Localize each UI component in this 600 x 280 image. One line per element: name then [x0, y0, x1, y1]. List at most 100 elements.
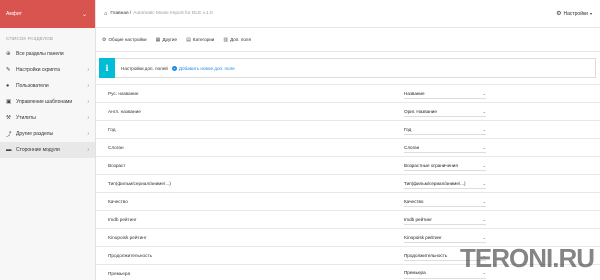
chevron-down-icon: ⌄	[482, 90, 486, 96]
table-row: Рус. название Название ⌄	[96, 84, 600, 102]
select-value: Kinopoisk рейтинг	[404, 234, 442, 240]
row-label: Качество	[108, 199, 128, 204]
chevron-right-icon: ›	[87, 146, 89, 153]
row-label: Kinopoisk рейтинг	[108, 235, 147, 240]
sidebar-item-script-settings[interactable]: ✎ Настройки скрипта ›	[0, 62, 95, 78]
select-value: Ориг. Название	[404, 108, 437, 114]
brand-name: Амфит	[6, 11, 22, 17]
table-row: Качество Качество ⌄	[96, 192, 600, 210]
home-icon[interactable]: ⌂	[104, 11, 107, 17]
top-bar: ⌂ Главная / Automatic Movie Import for D…	[96, 0, 600, 28]
chevron-right-icon: ›	[87, 66, 89, 73]
tab-categories[interactable]: ▤ Категории	[186, 37, 214, 43]
user-icon: ●	[6, 82, 10, 89]
field-select[interactable]: Imdb рейтинг ⌄	[404, 214, 486, 225]
field-select[interactable]: Kinopoisk рейтинг ⌄	[404, 232, 486, 243]
row-label: Год	[108, 127, 116, 132]
info-icon: i	[99, 58, 115, 78]
gear-icon: ⚙	[556, 11, 562, 17]
field-select[interactable]: Название ⌄	[404, 88, 486, 99]
chevron-down-icon: ⌄	[482, 108, 486, 114]
sidebar-item-label: Пользователи	[16, 82, 49, 89]
select-value: Качество	[404, 198, 424, 204]
field-select[interactable]: Возрастные ограничения ⌄	[404, 160, 486, 171]
table-row: Imdb рейтинг Imdb рейтинг ⌄	[96, 210, 600, 228]
select-value: Премьера	[404, 270, 426, 275]
tab-other[interactable]: ▦ Другие	[156, 37, 177, 43]
sidebar-item-label: Управление шаблонами	[16, 98, 73, 105]
field-select[interactable]: Год ⌄	[404, 124, 486, 135]
share-icon: ⤴	[6, 131, 12, 138]
watermark: TERONI.RU	[460, 243, 595, 274]
sidebar-item-users[interactable]: ● Пользователи ›	[0, 78, 95, 94]
tab-label: Категории	[192, 37, 215, 42]
table-row: Год Год ⌄	[96, 120, 600, 138]
sidebar-item-label: Сторонние модули	[16, 146, 60, 153]
select-value: Год	[404, 126, 412, 132]
select-value: Слоган	[404, 144, 420, 150]
table-row: Слоган Слоган ⌄	[96, 138, 600, 156]
row-label: Возраст	[108, 163, 126, 168]
list-icon: ▤	[186, 36, 191, 43]
add-field-link[interactable]: + Добавить новое доп. поле	[171, 65, 235, 71]
sidebar: Амфит ⌄ СПИСОК РАЗДЕЛОВ ⊕ Все разделы па…	[0, 0, 96, 280]
sidebar-item-label: Настройки скрипта	[16, 66, 60, 73]
tab-label: Другие	[162, 37, 178, 42]
tab-general-settings[interactable]: ⚙ Общие настройки	[102, 37, 147, 43]
chevron-right-icon: ›	[87, 114, 89, 121]
breadcrumb: ⌂ Главная / Automatic Movie Import for D…	[104, 11, 213, 17]
info-panel: i Настройки доп. полей + Добавить новое …	[99, 58, 596, 78]
sidebar-item-utilities[interactable]: ⚒ Утилиты ›	[0, 110, 95, 126]
templates-icon: ▣	[6, 98, 12, 105]
plus-circle-icon: +	[171, 65, 177, 71]
row-label: Слоган	[108, 145, 124, 150]
sidebar-item-label: Другие разделы	[16, 130, 54, 137]
wrench-icon: ✎	[6, 66, 11, 73]
sidebar-caption: СПИСОК РАЗДЕЛОВ	[6, 36, 54, 41]
tab-label: Общие настройки	[108, 37, 147, 42]
select-value: Продолжительность	[404, 252, 448, 258]
table-row: Англ. название Ориг. Название ⌄	[96, 102, 600, 120]
chevron-down-icon: ⌄	[482, 180, 486, 186]
gear-icon: ⚙	[102, 36, 107, 43]
add-field-link-label: Добавить новое доп. поле	[178, 65, 235, 71]
select-value: Imdb рейтинг	[404, 216, 433, 222]
tab-extra-fields[interactable]: ▥ Доп. поля	[223, 37, 251, 43]
sidebar-item-all-sections[interactable]: ⊕ Все разделы панели	[0, 46, 95, 62]
sidebar-item-label: Утилиты	[16, 114, 36, 121]
settings-label: Настройки	[563, 10, 588, 17]
chevron-down-icon: ⌄	[482, 126, 486, 132]
select-value: Возрастные ограничения	[404, 162, 458, 168]
breadcrumb-current: Automatic Movie Import for DLE v.1.0	[133, 11, 213, 16]
tools-icon: ⚒	[6, 114, 11, 121]
grid-icon: ▦	[155, 36, 161, 43]
table-row: Возраст Возрастные ограничения ⌄	[96, 156, 600, 174]
chevron-right-icon: ›	[87, 82, 89, 89]
chevron-down-icon: ⌄	[482, 144, 486, 150]
sidebar-item-templates[interactable]: ▣ Управление шаблонами ›	[0, 94, 95, 110]
settings-menu[interactable]: ⚙ Настройки ▾	[556, 10, 592, 18]
caret-down-icon: ▾	[589, 11, 592, 16]
chevron-down-icon: ⌄	[482, 162, 486, 168]
breadcrumb-home[interactable]: Главная /	[110, 11, 131, 16]
row-label: Продолжительность	[108, 253, 153, 258]
table-row: Тип(фильм/сериал/аниме/...) Тип(фильм/се…	[96, 174, 600, 192]
chevron-right-icon: ›	[87, 98, 89, 105]
module-icon: ▬	[6, 146, 12, 153]
field-select[interactable]: Тип(фильм/сериал/аниме/...) ⌄	[404, 178, 486, 189]
watermark-text: TERONI.RU	[460, 243, 595, 273]
row-label: Imdb рейтинг	[108, 217, 137, 222]
chevron-down-icon[interactable]: ⌄	[82, 11, 87, 18]
field-select[interactable]: Качество ⌄	[404, 196, 486, 207]
select-value: Тип(фильм/сериал/аниме/...)	[404, 180, 466, 186]
field-select[interactable]: Слоган ⌄	[404, 142, 486, 153]
globe-icon: ⊕	[6, 50, 11, 57]
fields-icon: ▥	[223, 36, 229, 43]
field-select[interactable]: Ориг. Название ⌄	[404, 106, 486, 117]
chevron-down-icon: ⌄	[482, 234, 486, 240]
sidebar-item-other-sections[interactable]: ⤴ Другие разделы ›	[0, 126, 95, 142]
row-label: Рус. название	[108, 91, 139, 96]
sidebar-item-label: Все разделы панели	[16, 50, 64, 57]
brand-bar[interactable]: Амфит ⌄	[0, 0, 95, 28]
sidebar-item-third-party-modules[interactable]: ▬ Сторонние модули ›	[0, 142, 95, 158]
